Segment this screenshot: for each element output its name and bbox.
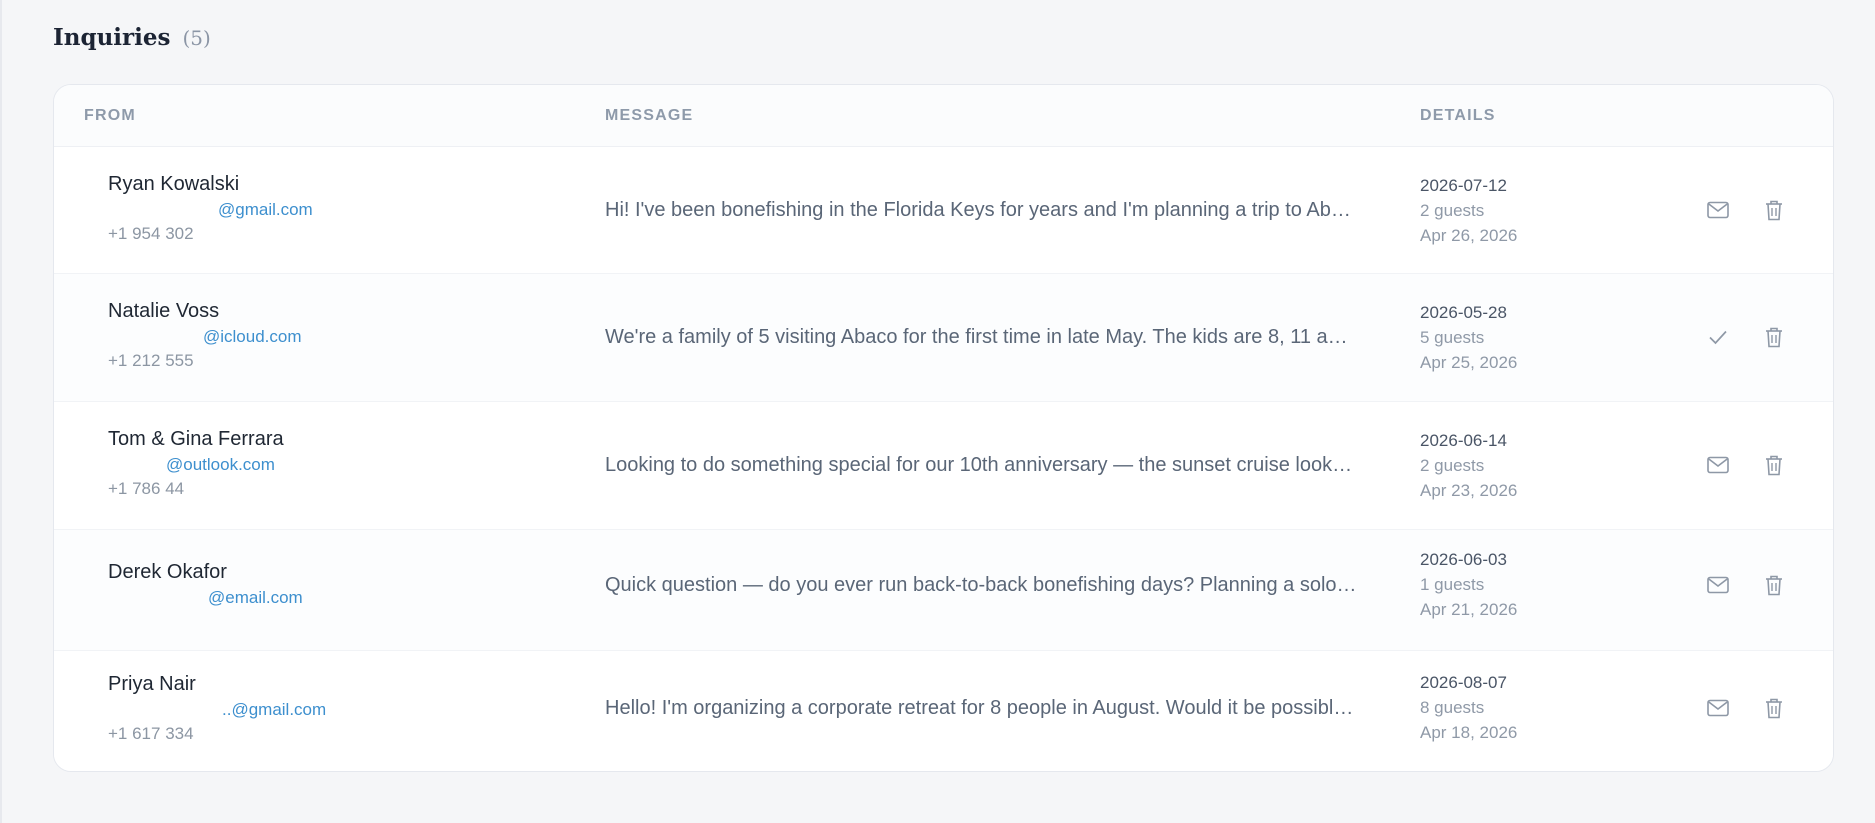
table-row[interactable]: Ryan Kowalski @gmail.com +1 954 302 Hi! … — [54, 147, 1833, 274]
sender-info: Ryan Kowalski @gmail.com +1 954 302 — [108, 172, 313, 245]
mail-icon[interactable] — [1705, 452, 1731, 478]
trash-icon[interactable] — [1761, 197, 1787, 223]
sender-info: Priya Nair ..@gmail.com +1 617 334 — [108, 672, 326, 745]
column-header-message: MESSAGE — [605, 107, 694, 124]
inquiry-details: 2026-06-14 2 guests Apr 23, 2026 — [1420, 429, 1517, 503]
column-header-from: FROM — [84, 107, 136, 124]
sender-phone: +1 617 334 — [108, 724, 194, 743]
guest-count: 8 guests — [1420, 698, 1485, 717]
message-preview[interactable]: Hi! I've been bonefishing in the Florida… — [605, 198, 1357, 222]
guest-count: 5 guests — [1420, 328, 1485, 347]
mail-icon[interactable] — [1705, 572, 1731, 598]
mail-icon[interactable] — [1705, 197, 1731, 223]
received-date: Apr 26, 2026 — [1420, 226, 1518, 245]
received-date: Apr 23, 2026 — [1420, 481, 1518, 500]
inquiry-count: (5) — [182, 26, 211, 50]
sender-info: Tom & Gina Ferrara @outlook.com +1 786 4… — [108, 427, 284, 500]
sender-info: Derek Okafor @email.com — [108, 560, 303, 611]
table-header: FROM MESSAGE DETAILS — [54, 85, 1833, 147]
inquiries-page: Inquiries (5) FROM MESSAGE DETAILS Ryan … — [0, 0, 1875, 823]
trash-icon[interactable] — [1761, 572, 1787, 598]
trash-icon[interactable] — [1761, 452, 1787, 478]
inquiry-details: 2026-08-07 8 guests Apr 18, 2026 — [1420, 671, 1517, 745]
sender-phone: +1 954 302 — [108, 224, 194, 243]
received-date: Apr 21, 2026 — [1420, 600, 1518, 619]
sender-email[interactable]: @outlook.com — [108, 454, 284, 476]
sender-name: Tom & Gina Ferrara — [108, 428, 284, 450]
row-actions — [1705, 197, 1787, 223]
sender-email[interactable]: @email.com — [108, 587, 303, 609]
sender-email[interactable]: ..@gmail.com — [108, 699, 326, 721]
message-preview[interactable]: Hello! I'm organizing a corporate retrea… — [605, 696, 1357, 720]
sender-info: Natalie Voss @icloud.com +1 212 555 — [108, 299, 302, 372]
trip-date: 2026-06-03 — [1420, 550, 1507, 569]
column-header-details: DETAILS — [1420, 107, 1496, 124]
trip-date: 2026-06-14 — [1420, 431, 1507, 450]
received-date: Apr 18, 2026 — [1420, 723, 1518, 742]
received-date: Apr 25, 2026 — [1420, 353, 1518, 372]
check-icon[interactable] — [1705, 324, 1731, 350]
message-preview[interactable]: We're a family of 5 visiting Abaco for t… — [605, 325, 1357, 349]
table-row[interactable]: Natalie Voss @icloud.com +1 212 555 We'r… — [54, 274, 1833, 402]
sender-email[interactable]: @gmail.com — [108, 199, 313, 221]
table-row[interactable]: Priya Nair ..@gmail.com +1 617 334 Hello… — [54, 651, 1833, 771]
message-preview[interactable]: Looking to do something special for our … — [605, 453, 1357, 477]
row-actions — [1705, 695, 1787, 721]
trip-date: 2026-07-12 — [1420, 176, 1507, 195]
section-header: Inquiries (5) — [53, 24, 211, 51]
sender-email[interactable]: @icloud.com — [108, 326, 302, 348]
section-title: Inquiries — [53, 24, 171, 51]
message-preview[interactable]: Quick question — do you ever run back-to… — [605, 573, 1357, 597]
sender-phone: +1 212 555 — [108, 351, 194, 370]
sender-name: Natalie Voss — [108, 300, 220, 322]
trip-date: 2026-08-07 — [1420, 673, 1507, 692]
guest-count: 1 guests — [1420, 575, 1485, 594]
trip-date: 2026-05-28 — [1420, 303, 1507, 322]
sender-phone: +1 786 44 — [108, 479, 185, 498]
trash-icon[interactable] — [1761, 695, 1787, 721]
sender-name: Ryan Kowalski — [108, 173, 240, 195]
inquiries-table: FROM MESSAGE DETAILS Ryan Kowalski @gmai… — [53, 84, 1834, 772]
guest-count: 2 guests — [1420, 201, 1485, 220]
table-row[interactable]: Tom & Gina Ferrara @outlook.com +1 786 4… — [54, 402, 1833, 530]
row-actions — [1705, 452, 1787, 478]
sender-name: Priya Nair — [108, 673, 196, 695]
inquiry-details: 2026-05-28 5 guests Apr 25, 2026 — [1420, 301, 1517, 375]
trash-icon[interactable] — [1761, 324, 1787, 350]
guest-count: 2 guests — [1420, 456, 1485, 475]
table-row[interactable]: Derek Okafor @email.com Quick question —… — [54, 530, 1833, 651]
inquiry-details: 2026-06-03 1 guests Apr 21, 2026 — [1420, 548, 1517, 622]
sender-name: Derek Okafor — [108, 561, 227, 583]
row-actions — [1705, 324, 1787, 350]
mail-icon[interactable] — [1705, 695, 1731, 721]
inquiry-details: 2026-07-12 2 guests Apr 26, 2026 — [1420, 174, 1517, 248]
row-actions — [1705, 572, 1787, 598]
